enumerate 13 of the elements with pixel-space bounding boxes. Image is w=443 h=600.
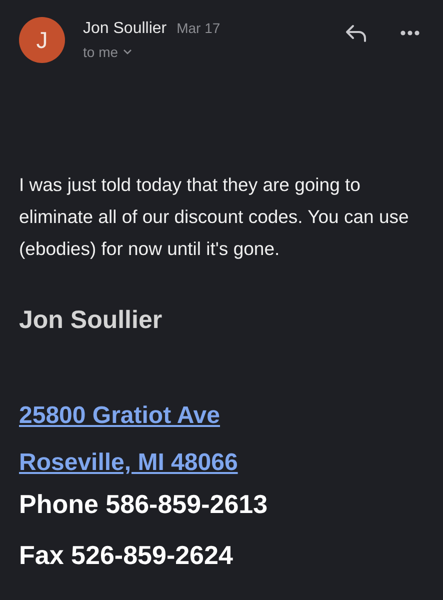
chevron-down-icon xyxy=(123,49,132,55)
contact-line: Phone 586-859-2613 xyxy=(19,489,269,520)
signature-name: Jon Soullier xyxy=(19,306,164,335)
recipient-toggle[interactable]: to me xyxy=(83,44,132,60)
avatar: J xyxy=(19,17,65,63)
address-link[interactable]: 25800 Gratiot Ave xyxy=(19,402,220,430)
date: Mar 17 xyxy=(176,20,220,36)
address-link[interactable]: Roseville, MI 48066 xyxy=(19,449,238,477)
more-button[interactable] xyxy=(400,30,420,36)
reply-button[interactable] xyxy=(344,23,368,43)
message-body: I was just told today that they are going to eliminate all of our discount codes. You can use (ebodies) for now until it's gone. xyxy=(19,173,410,261)
sender-name: Jon Soullier xyxy=(83,20,167,38)
contact-line: Fax 526-859-2624 xyxy=(19,540,234,571)
